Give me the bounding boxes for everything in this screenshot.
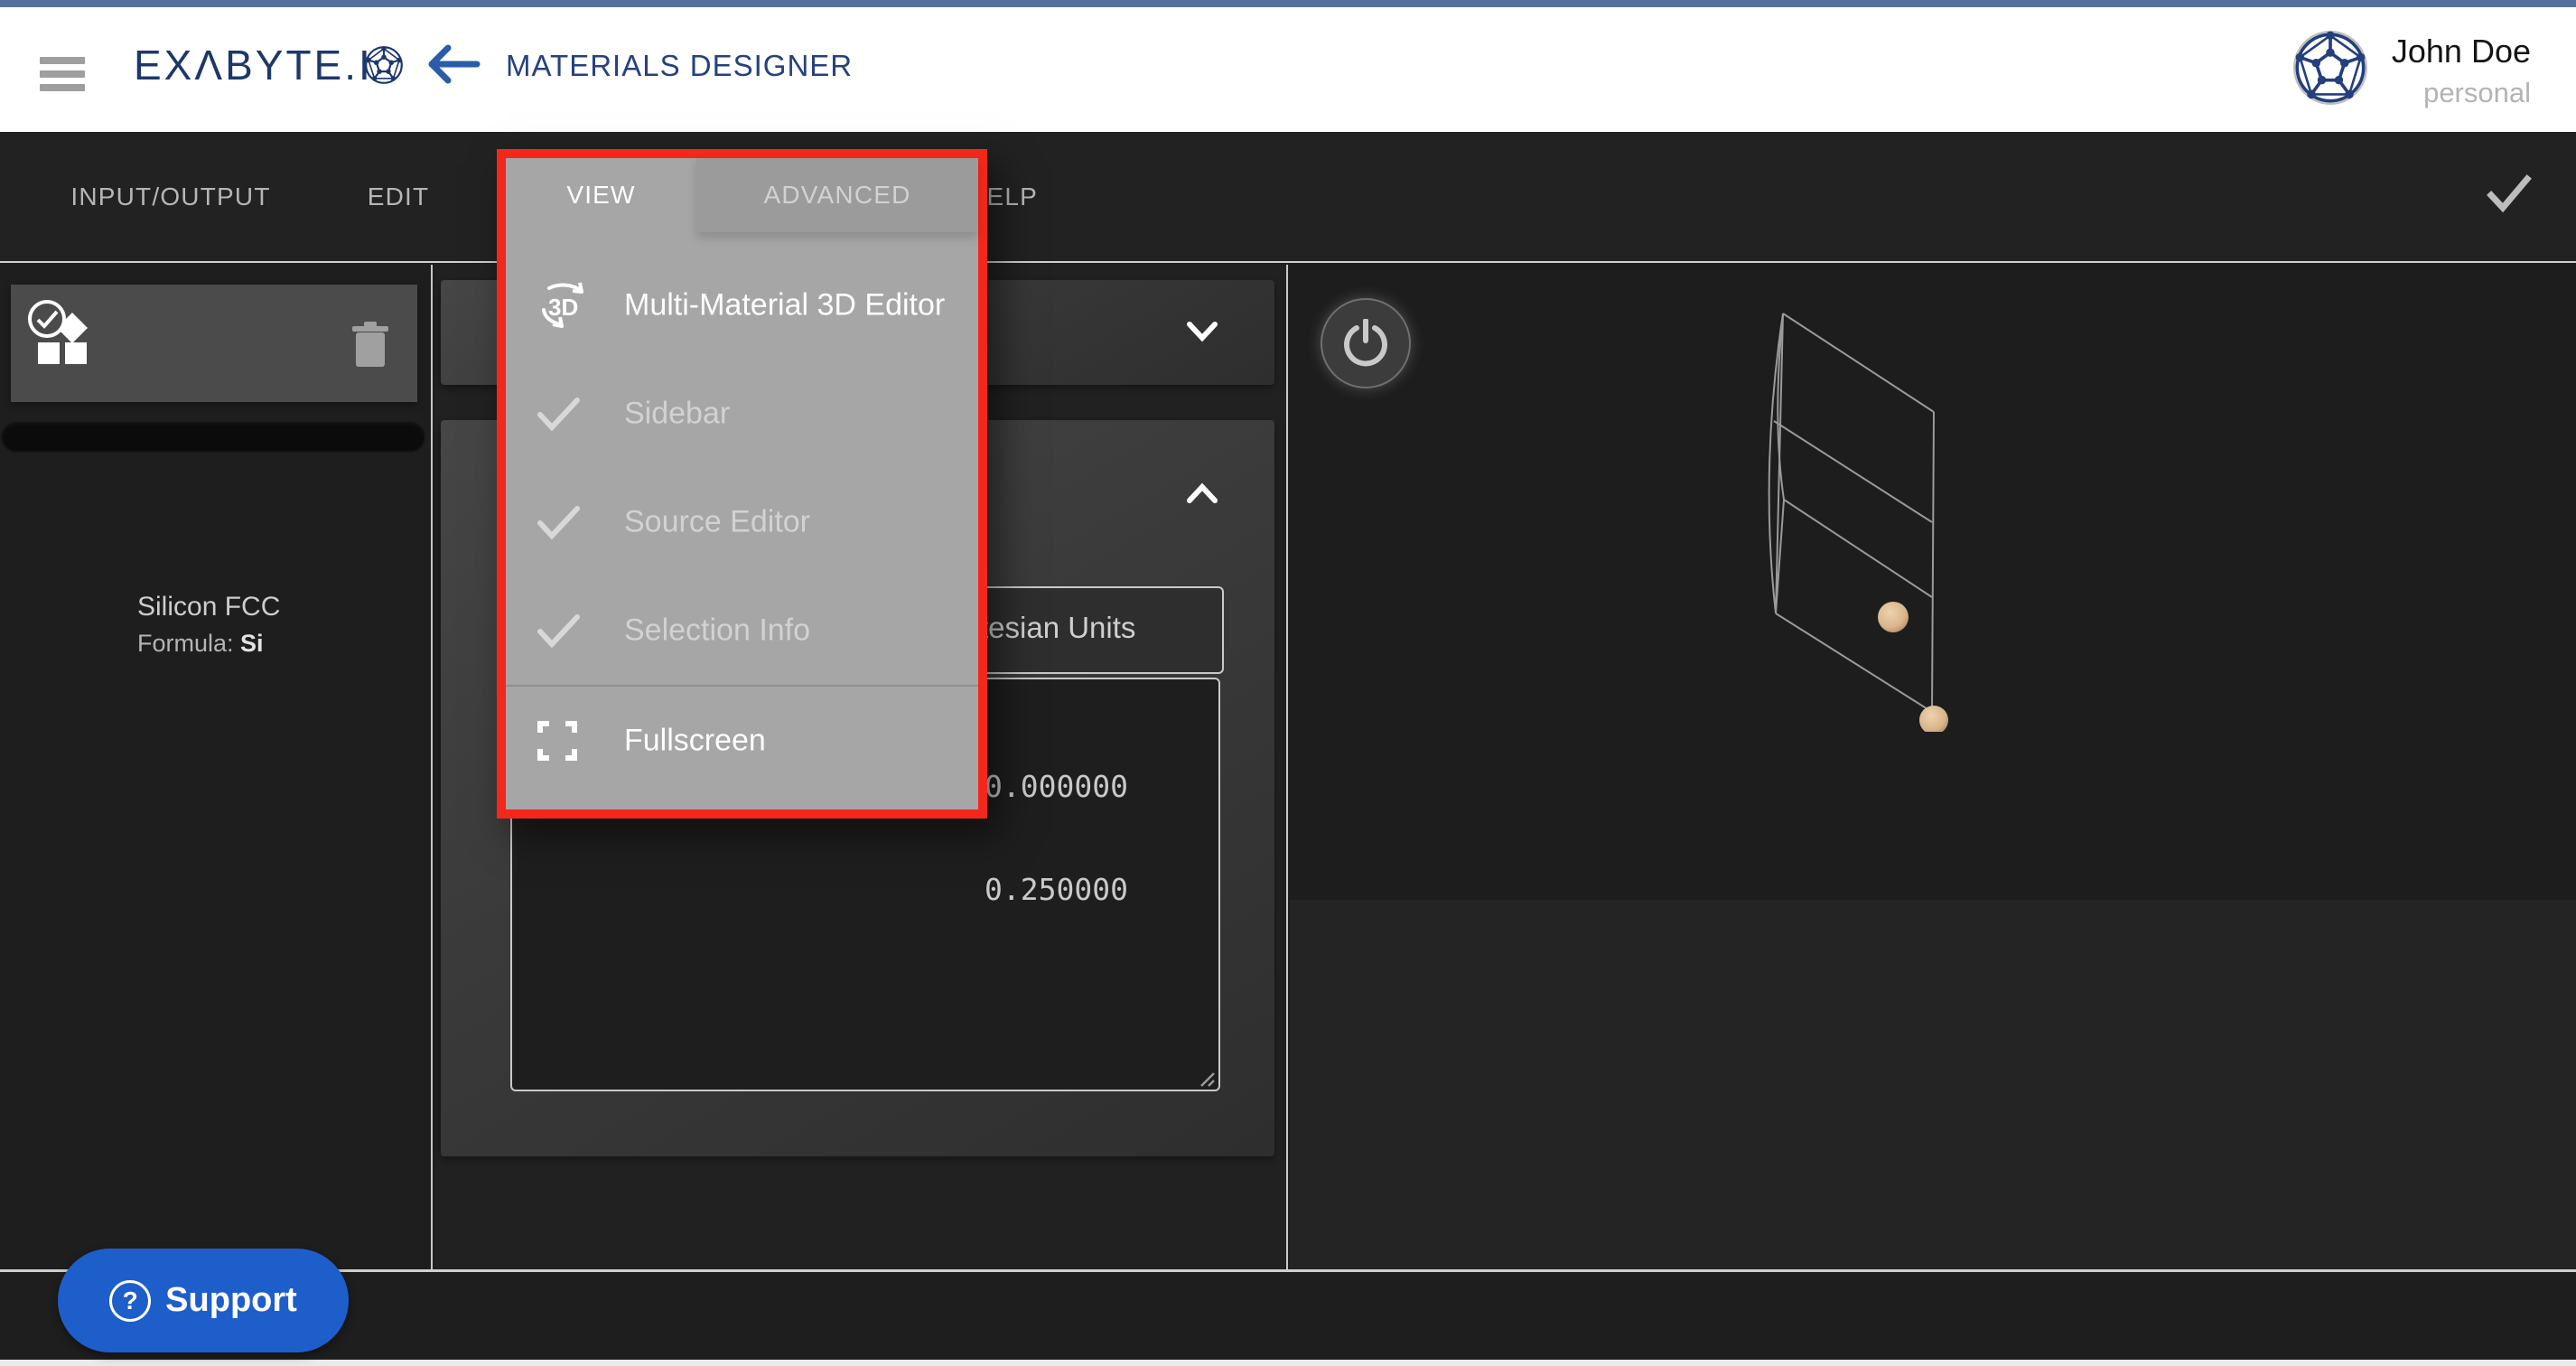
atom-sphere[interactable]: [1878, 602, 1909, 632]
power-button[interactable]: [1321, 298, 1411, 388]
menu-item-label: Fullscreen: [624, 724, 766, 759]
hamburger-bar: [40, 84, 85, 91]
hamburger-bar: [40, 70, 85, 78]
dropdown-tab-view[interactable]: VIEW: [506, 158, 696, 232]
dropdown-tab-advanced[interactable]: ADVANCED: [696, 158, 978, 232]
menu-item-source-editor[interactable]: Source Editor: [506, 468, 978, 576]
user-name: John Doe: [2392, 33, 2531, 70]
back-arrow-icon[interactable]: [425, 43, 482, 85]
fullscreen-icon: [537, 720, 578, 762]
menu-item-label: Sidebar: [624, 397, 730, 432]
basis-coordinates-text: 0.000000 0.250000: [985, 701, 1128, 976]
check-icon: [537, 505, 582, 539]
top-accent-strip: [0, 0, 2576, 7]
brand-fullerene-icon: [364, 45, 404, 85]
menu-item-selection-info[interactable]: Selection Info: [506, 576, 978, 685]
menu-item-multi-material-3d-editor[interactable]: 3D Multi-Material 3D Editor: [506, 251, 978, 360]
formula-label: Formula:: [137, 630, 240, 657]
page-title: MATERIALS DESIGNER: [506, 48, 853, 84]
help-question-icon: ?: [109, 1280, 151, 1322]
coordinate-line: 0.250000: [985, 873, 1128, 907]
accept-check-icon[interactable]: [2486, 173, 2533, 213]
support-button[interactable]: ? Support: [58, 1249, 349, 1352]
support-label: Support: [165, 1281, 297, 1320]
tab-edit[interactable]: EDIT: [368, 132, 430, 261]
menubar: INPUT/OUTPUT EDIT VIEW ADVANCED HELP: [0, 132, 2576, 263]
viewer-bottom-area: [1290, 900, 2576, 1269]
materials-sidebar: [0, 265, 433, 1269]
materials-designer-app: EXΛBYTE.I MATERIALS DESIGNER: [0, 0, 2576, 1366]
view-menu-dropdown: VIEW ADVANCED 3D Multi-Material 3D Edito…: [497, 149, 987, 819]
hamburger-bar: [40, 57, 85, 64]
crystal-wireframe[interactable]: [1743, 298, 1951, 732]
chevron-down-icon[interactable]: [1185, 318, 1219, 345]
units-toggle-label: tesian Units: [980, 611, 1135, 645]
menu-item-label: Source Editor: [624, 505, 810, 540]
sidebar-scrollbar[interactable]: [2, 422, 425, 451]
menu-item-label: Selection Info: [624, 613, 810, 649]
check-icon: [537, 397, 582, 431]
user-block[interactable]: John Doe personal: [2392, 33, 2531, 109]
coordinate-line: 0.000000: [985, 770, 1128, 804]
material-list-item[interactable]: Silicon FCC Formula: Si: [11, 285, 417, 402]
bottom-strip: [0, 1360, 2576, 1366]
menu-item-label: Multi-Material 3D Editor: [624, 288, 945, 323]
tab-input-output[interactable]: INPUT/OUTPUT: [70, 132, 270, 261]
avatar[interactable]: [2292, 30, 2368, 106]
app-header: EXΛBYTE.I MATERIALS DESIGNER: [0, 7, 2576, 132]
rotate-3d-icon: 3D: [537, 277, 593, 333]
brand-logo-text[interactable]: EXΛBYTE.I: [134, 40, 373, 90]
user-account: personal: [2423, 77, 2531, 109]
formula-value: Si: [240, 630, 264, 657]
menu-item-fullscreen[interactable]: Fullscreen: [506, 687, 978, 795]
hamburger-menu-icon[interactable]: [40, 57, 85, 93]
material-title: Silicon FCC: [137, 592, 280, 622]
material-set-icon: [27, 297, 92, 371]
resize-handle-icon[interactable]: [1198, 1070, 1216, 1088]
check-icon: [537, 613, 582, 648]
atom-sphere[interactable]: [1919, 706, 1948, 732]
trash-icon[interactable]: [350, 322, 390, 370]
material-formula: Formula: Si: [137, 630, 264, 658]
svg-text:3D: 3D: [548, 294, 578, 321]
power-icon: [1341, 319, 1390, 368]
menu-item-sidebar[interactable]: Sidebar: [506, 360, 978, 468]
footer-bar: [0, 1272, 2576, 1360]
chevron-up-icon[interactable]: [1185, 480, 1219, 507]
